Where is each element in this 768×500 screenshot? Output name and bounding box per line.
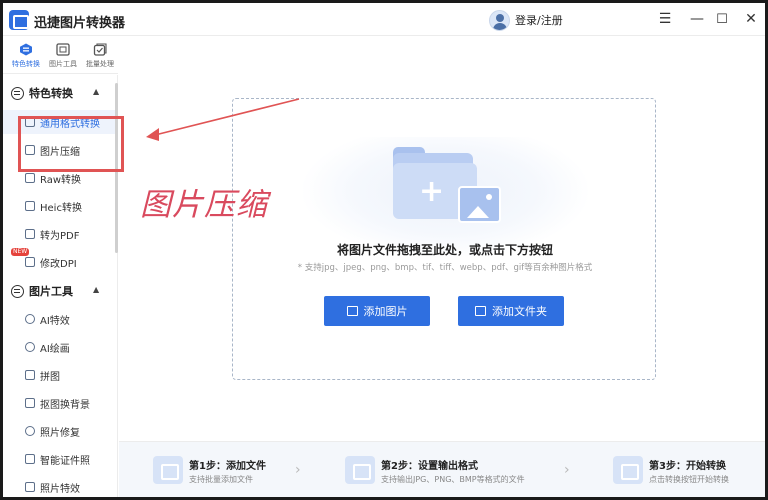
- app-window: 迅捷图片转换器 登录/注册 ☰ — ☐ ✕ 特色转换 图片工具 批量处理 特色转…: [0, 0, 768, 500]
- annotation-label: 图片压缩: [140, 187, 268, 223]
- annotation-arrow-icon: [146, 98, 300, 141]
